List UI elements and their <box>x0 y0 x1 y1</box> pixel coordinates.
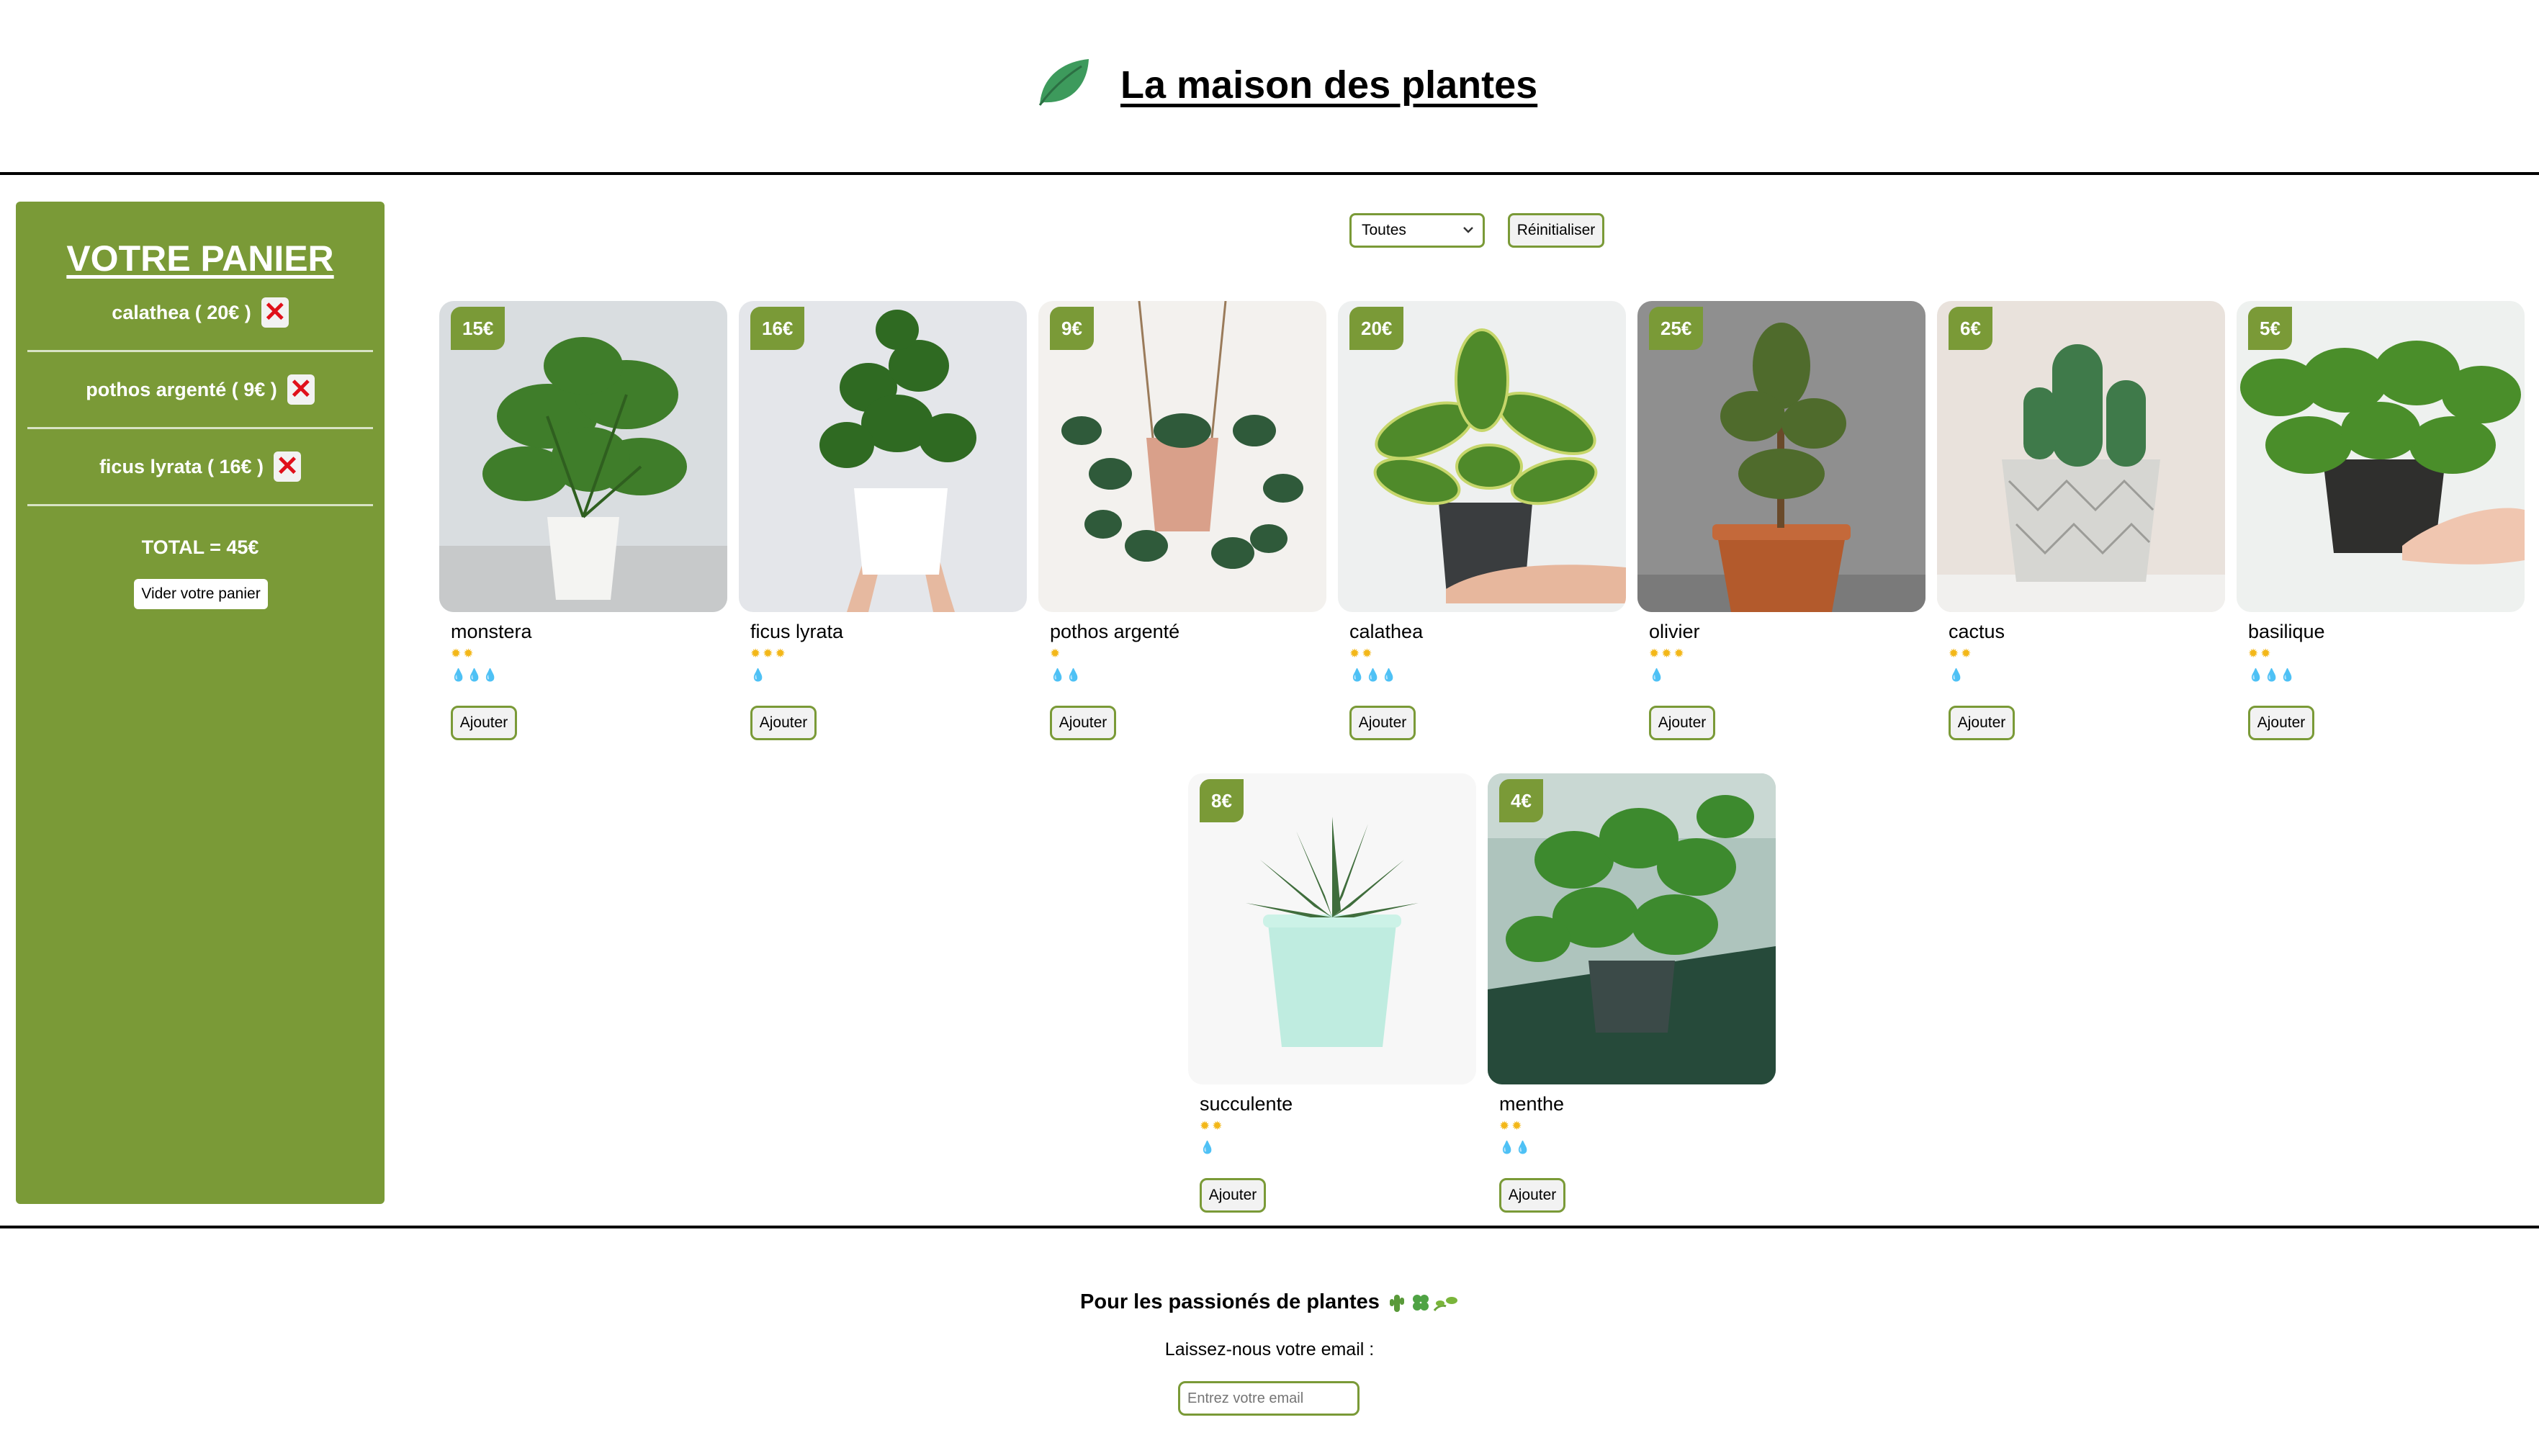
chevron-down-icon <box>1463 227 1473 233</box>
add-to-cart-button[interactable]: Ajouter <box>1949 706 2015 740</box>
sun-icons: ✹✹✹ <box>1649 647 1686 660</box>
price-badge: 6€ <box>1949 307 1992 350</box>
add-to-cart-button[interactable]: Ajouter <box>750 706 817 740</box>
sun-icons: ✹✹ <box>1349 647 1375 660</box>
water-drop-icons: 💧💧💧 <box>2248 668 2296 682</box>
plant-card-cactus: 6€ cactus ✹✹ 💧 Ajouter <box>1937 301 2225 747</box>
add-to-cart-button[interactable]: Ajouter <box>1050 706 1116 740</box>
plant-emoji-icons <box>1389 1295 1457 1313</box>
price-badge: 5€ <box>2248 307 2292 350</box>
add-to-cart-button[interactable]: Ajouter <box>1649 706 1715 740</box>
water-drop-icons: 💧 <box>1200 1141 1216 1154</box>
price-badge: 4€ <box>1499 779 1543 822</box>
plant-name: cactus <box>1949 621 2005 642</box>
plant-name: basilique <box>2248 621 2325 642</box>
footer-title: Pour les passionés de plantes <box>0 1290 2539 1314</box>
price-badge: 8€ <box>1200 779 1244 822</box>
plant-card-succulente: 8€ succulente ✹✹ 💧 Ajouter <box>1188 773 1476 1220</box>
plant-name: calathea <box>1349 621 1424 642</box>
water-drop-icons: 💧💧💧 <box>451 668 499 682</box>
add-to-cart-button[interactable]: Ajouter <box>2248 706 2314 740</box>
cart-item: calathea ( 20€ ) ✕ <box>27 275 373 352</box>
add-to-cart-button[interactable]: Ajouter <box>1499 1178 1565 1213</box>
site-header: La maison des plantes <box>0 0 2539 175</box>
footer-subtitle: Laissez-nous votre email : <box>1164 1339 1375 1360</box>
sun-icons: ✹✹✹ <box>750 647 788 660</box>
remove-item-button[interactable]: ✕ <box>274 451 302 482</box>
price-badge: 16€ <box>750 307 805 350</box>
price-badge: 15€ <box>451 307 505 350</box>
plant-name: ficus lyrata <box>750 621 844 642</box>
water-drop-icons: 💧💧 <box>1499 1141 1532 1154</box>
water-drop-icons: 💧💧💧 <box>1349 668 1398 682</box>
cart-item-label: calathea ( 20€ ) <box>112 301 251 323</box>
sun-icons: ✹✹ <box>1949 647 1974 660</box>
add-to-cart-button[interactable]: Ajouter <box>451 706 517 740</box>
plant-card-menthe: 4€ menthe ✹✹ 💧💧 Ajouter <box>1488 773 1776 1220</box>
price-badge: 20€ <box>1349 307 1404 350</box>
plant-card-ficus-lyrata: 16€ ficus lyrata ✹✹✹ 💧 Ajouter <box>739 301 1027 747</box>
plant-name: pothos argenté <box>1050 621 1180 642</box>
site-footer: Pour les passionés de plantes Laissez-no… <box>0 1226 2539 1456</box>
cart-total: TOTAL = 45€ <box>141 536 259 558</box>
cart-item-label: pothos argenté ( 9€ ) <box>86 378 277 400</box>
water-drop-icons: 💧 <box>1949 668 1965 682</box>
water-drop-icons: 💧 <box>750 668 767 682</box>
footer-title-text: Pour les passionés de plantes <box>1080 1290 1380 1313</box>
sun-icons: ✹✹ <box>451 647 476 660</box>
cart-item: pothos argenté ( 9€ ) ✕ <box>27 352 373 429</box>
cart-item: ficus lyrata ( 16€ ) ✕ <box>27 429 373 506</box>
plant-card-olivier: 25€ olivier ✹✹✹ 💧 Ajouter <box>1637 301 1925 747</box>
shopping-cart: VOTRE PANIER calathea ( 20€ ) ✕ pothos a… <box>16 202 385 1204</box>
water-drop-icons: 💧💧 <box>1050 668 1082 682</box>
plant-name: menthe <box>1499 1093 1565 1115</box>
plant-card-calathea: 20€ calathea ✹✹ 💧💧💧 Ajouter <box>1338 301 1626 747</box>
empty-cart-button[interactable]: Vider votre panier <box>134 579 268 609</box>
plant-card-basilique: 5€ basilique ✹✹ 💧💧💧 Ajouter <box>2237 301 2525 747</box>
remove-item-button[interactable]: ✕ <box>261 297 289 328</box>
cart-item-label: ficus lyrata ( 16€ ) <box>99 455 264 477</box>
water-drop-icons: 💧 <box>1649 668 1666 682</box>
plant-card-monstera: 15€ monstera ✹✹ 💧💧💧 Ajouter <box>439 301 727 747</box>
plant-name: olivier <box>1649 621 1700 642</box>
sun-icons: ✹✹ <box>1200 1119 1225 1133</box>
add-to-cart-button[interactable]: Ajouter <box>1349 706 1416 740</box>
site-title[interactable]: La maison des plantes <box>1120 58 1537 112</box>
price-badge: 9€ <box>1050 307 1094 350</box>
category-select-value: Toutes <box>1362 222 1406 238</box>
plant-card-pothos-argente: 9€ pothos argenté ✹ 💧💧 Ajouter <box>1038 301 1326 747</box>
price-badge: 25€ <box>1649 307 1704 350</box>
email-input[interactable] <box>1178 1381 1360 1416</box>
plant-name: monstera <box>451 621 532 642</box>
add-to-cart-button[interactable]: Ajouter <box>1200 1178 1266 1213</box>
sun-icons: ✹ <box>1050 647 1063 660</box>
category-select[interactable]: Toutes <box>1349 213 1485 248</box>
plant-name: succulente <box>1200 1093 1293 1115</box>
reset-button[interactable]: Réinitialiser <box>1508 213 1604 248</box>
sun-icons: ✹✹ <box>1499 1119 1524 1133</box>
leaf-icon <box>1038 59 1089 106</box>
cart-title: VOTRE PANIER <box>66 238 334 279</box>
remove-item-button[interactable]: ✕ <box>287 374 315 405</box>
sun-icons: ✹✹ <box>2248 647 2273 660</box>
